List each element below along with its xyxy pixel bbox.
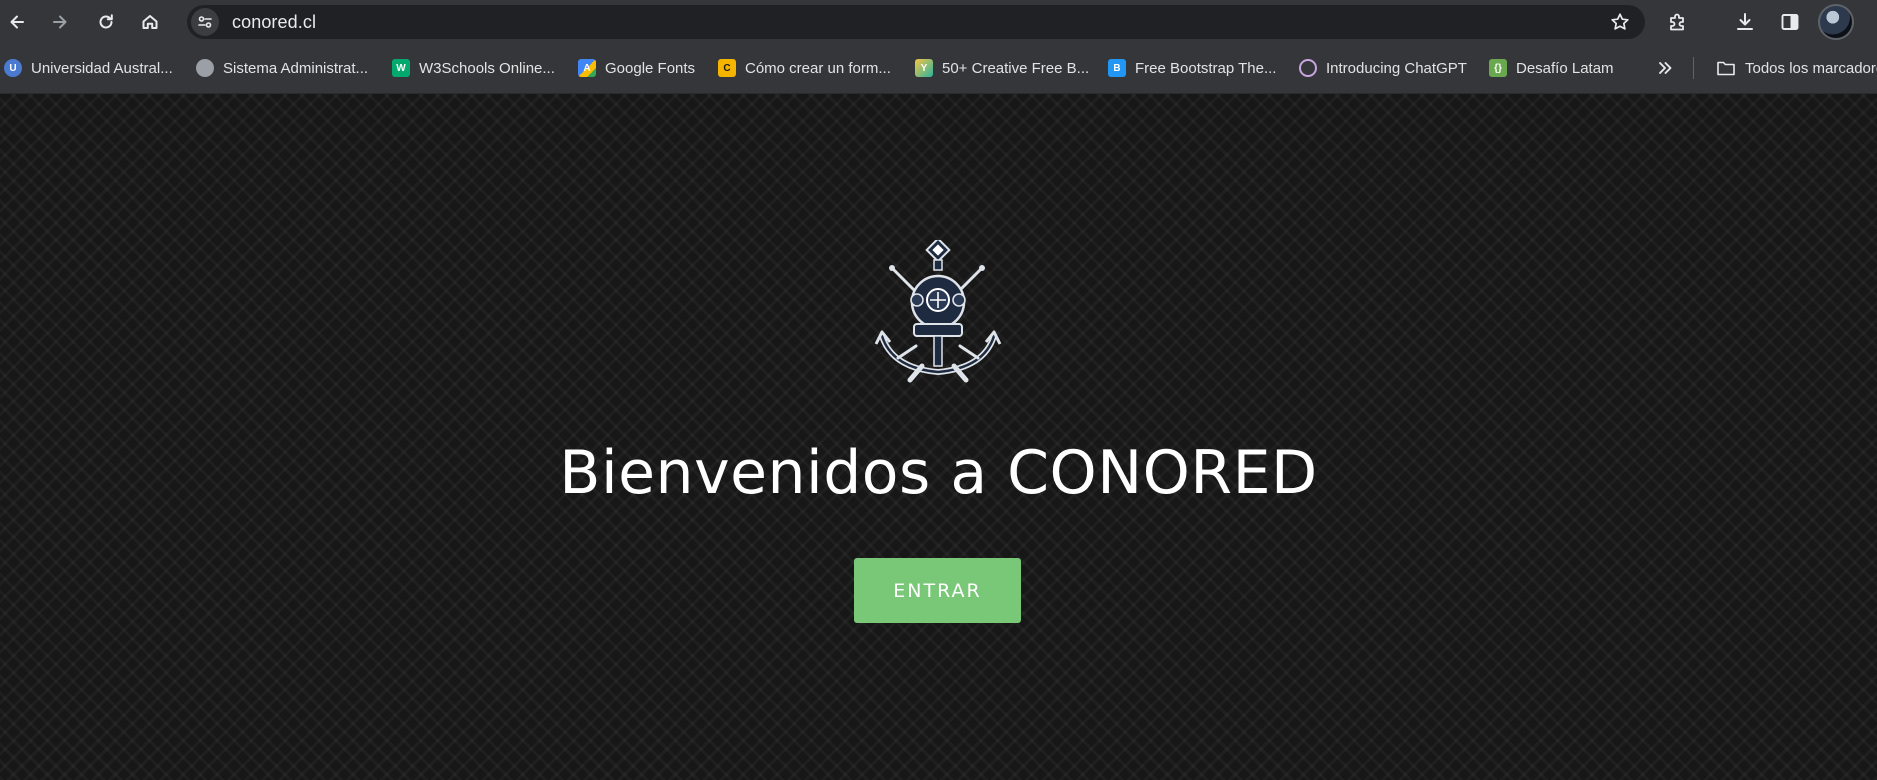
browser-toolbar: conored.cl <box>0 0 1877 44</box>
desafio-latam-icon: {} <box>1489 59 1507 77</box>
site-info-button[interactable] <box>191 8 219 36</box>
bookmark-label: Todos los marcadores <box>1745 59 1877 77</box>
bookmark-label: W3Schools Online... <box>419 59 555 77</box>
bookmark-item[interactable]: Introducing ChatGPT <box>1299 56 1467 80</box>
side-panel-button[interactable] <box>1773 5 1807 39</box>
bootstrap-icon: B <box>1108 59 1126 77</box>
bookmark-item[interactable]: C Cómo crear un form... <box>718 56 891 80</box>
bookmark-item[interactable]: Y 50+ Creative Free B... <box>915 56 1089 80</box>
back-arrow-icon <box>10 15 24 29</box>
back-button[interactable] <box>0 5 34 39</box>
bookmark-label: Free Bootstrap The... <box>1135 59 1277 77</box>
extensions-button[interactable] <box>1661 5 1695 39</box>
home-button[interactable] <box>133 5 167 39</box>
page-title: Bienvenidos a CONORED <box>559 438 1318 508</box>
url-text[interactable]: conored.cl <box>232 12 316 33</box>
home-icon <box>142 15 158 29</box>
site-icon: C <box>718 59 736 77</box>
bookmark-star-button[interactable] <box>1609 11 1631 38</box>
bookmarks-divider <box>1693 57 1694 79</box>
bird-icon: Y <box>915 59 933 77</box>
bookmark-item[interactable]: Sistema Administrat... <box>196 56 368 80</box>
google-fonts-icon: A <box>578 59 596 77</box>
forward-button[interactable] <box>43 5 77 39</box>
globe-blue-icon: U <box>4 59 22 77</box>
bookmark-label: Desafío Latam <box>1516 59 1614 77</box>
page-background <box>0 94 1877 780</box>
chatgpt-icon <box>1299 59 1317 77</box>
chevron-double-right-icon <box>1659 62 1672 74</box>
forward-arrow-icon <box>53 15 67 29</box>
star-icon <box>1611 13 1629 30</box>
bookmark-label: Sistema Administrat... <box>223 59 369 77</box>
download-icon <box>1737 13 1753 30</box>
folder-icon <box>1717 61 1735 76</box>
bookmark-item[interactable]: W W3Schools Online... <box>392 56 555 80</box>
bookmark-item[interactable]: {} Desafío Latam <box>1489 56 1614 80</box>
bookmark-item[interactable]: B Free Bootstrap The... <box>1108 56 1276 80</box>
downloads-button[interactable] <box>1728 5 1762 39</box>
bookmark-label: Universidad Austral... <box>31 59 173 77</box>
globe-icon <box>196 59 214 77</box>
bookmarks-bar: U Universidad Austral... Sistema Adminis… <box>0 44 1877 94</box>
side-panel-icon <box>1781 14 1799 30</box>
w3schools-icon: W <box>392 59 410 77</box>
profile-avatar[interactable] <box>1818 4 1854 40</box>
puzzle-icon <box>1670 13 1684 31</box>
more-bookmarks-button[interactable] <box>1656 56 1674 80</box>
diver-helmet-anchor-logo <box>874 240 1002 383</box>
reload-icon <box>99 14 113 29</box>
bookmark-item[interactable]: U Universidad Austral... <box>4 56 173 80</box>
bookmark-label: Introducing ChatGPT <box>1326 59 1467 77</box>
reload-button[interactable] <box>89 5 123 39</box>
enter-button[interactable]: ENTRAR <box>854 558 1021 623</box>
bookmark-item[interactable]: A Google Fonts <box>578 56 695 80</box>
bookmark-label: 50+ Creative Free B... <box>942 59 1090 77</box>
bookmark-label: Google Fonts <box>605 59 696 77</box>
bookmark-label: Cómo crear un form... <box>745 59 891 77</box>
all-bookmarks-item[interactable]: Todos los marcadores <box>1716 56 1877 80</box>
tune-icon <box>198 16 212 28</box>
address-bar[interactable]: conored.cl <box>187 5 1645 39</box>
